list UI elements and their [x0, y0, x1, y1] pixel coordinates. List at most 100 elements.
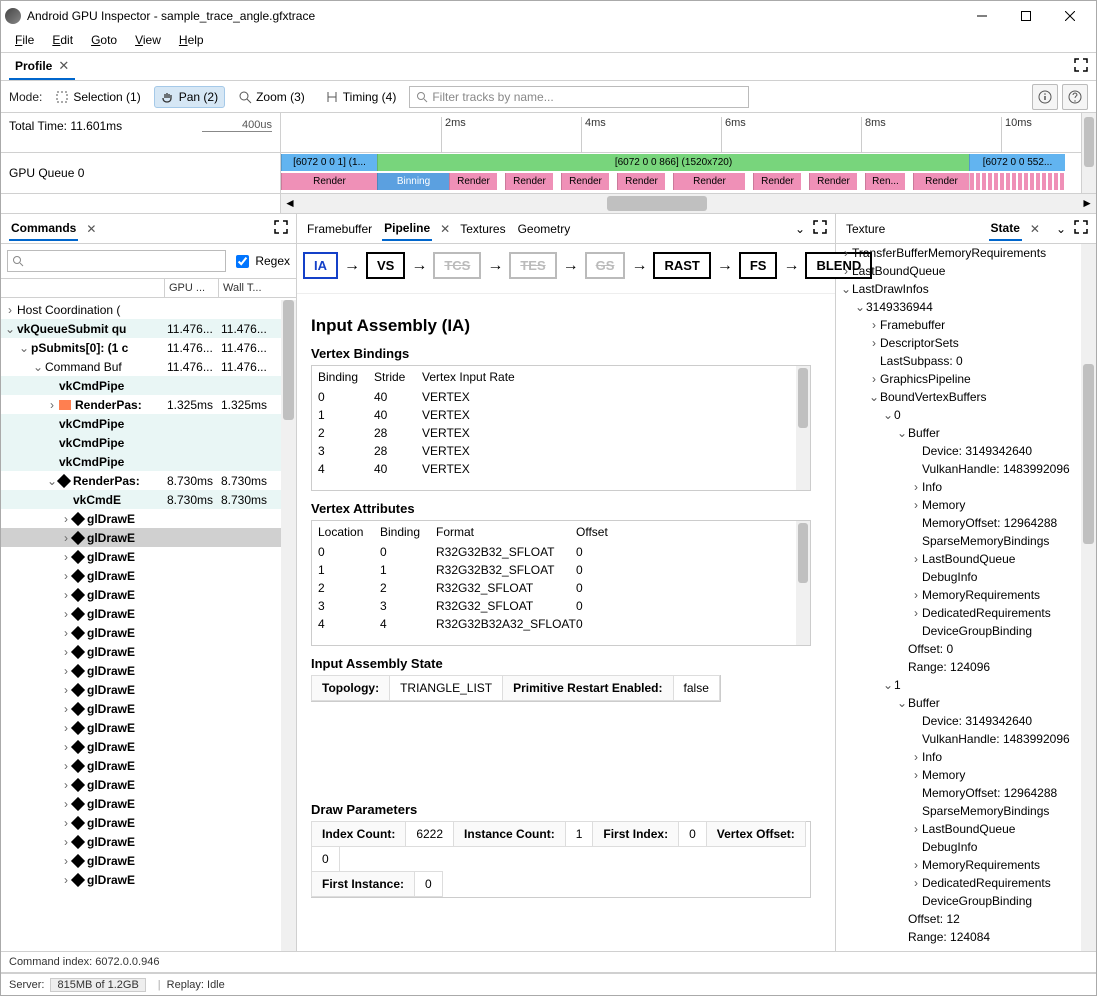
timeline-bar[interactable]: Ren... — [865, 173, 905, 190]
command-row[interactable]: ⌄vkQueueSubmit qu11.476...11.476... — [1, 319, 281, 338]
state-scrollbar[interactable] — [1081, 244, 1096, 951]
command-row[interactable]: vkCmdPipe — [1, 376, 281, 395]
close-icon[interactable]: ✕ — [86, 222, 96, 236]
timeline-track[interactable]: [6072 0 0 1] (1...[6072 0 0 866] (1520x7… — [281, 153, 1081, 193]
timeline-bar[interactable]: [6072 0 0 1] (1... — [281, 154, 377, 171]
tree-node[interactable]: Range: 124084 — [836, 928, 1081, 946]
timeline-bar[interactable]: Render — [913, 173, 969, 190]
table-row[interactable]: 44R32G32B32A32_SFLOAT0 — [312, 615, 810, 633]
tree-node[interactable]: ⌄BoundVertexBuffers — [836, 388, 1081, 406]
tree-node[interactable]: VulkanHandle: 1483992096 — [836, 460, 1081, 478]
tree-node[interactable]: ›DescriptorSets — [836, 334, 1081, 352]
command-row[interactable]: ›glDrawE — [1, 832, 281, 851]
tree-node[interactable]: SparseMemoryBindings — [836, 532, 1081, 550]
close-button[interactable] — [1048, 1, 1092, 31]
timeline-bar[interactable]: Render — [673, 173, 745, 190]
stage-ia[interactable]: IA — [303, 252, 338, 279]
command-row[interactable]: ⌄pSubmits[0]: (1 c11.476...11.476... — [1, 338, 281, 357]
tree-node[interactable]: ⌄Buffer — [836, 694, 1081, 712]
timeline-bar[interactable]: Render — [809, 173, 857, 190]
close-icon[interactable]: ✕ — [1030, 222, 1040, 236]
tree-node[interactable]: ›Framebuffer — [836, 316, 1081, 334]
timeline-bar[interactable]: Render — [281, 173, 377, 190]
tree-node[interactable]: ›TransferBufferMemoryRequirements — [836, 244, 1081, 262]
tree-node[interactable]: ›LastBoundQueue — [836, 550, 1081, 568]
tree-node[interactable]: ⌄0 — [836, 406, 1081, 424]
chevron-down-icon[interactable]: ⌄ — [795, 222, 805, 236]
minimize-button[interactable] — [960, 1, 1004, 31]
tree-node[interactable]: ⌄LastDrawInfos — [836, 280, 1081, 298]
tree-node[interactable]: DeviceGroupBinding — [836, 622, 1081, 640]
tree-node[interactable]: ›Info — [836, 478, 1081, 496]
tree-node[interactable]: ›LastBoundQueue — [836, 262, 1081, 280]
stage-fs[interactable]: FS — [739, 252, 778, 279]
command-row[interactable]: ›glDrawE — [1, 756, 281, 775]
command-row[interactable]: vkCmdPipe — [1, 414, 281, 433]
pan-button[interactable]: Pan (2) — [154, 86, 225, 108]
tree-node[interactable]: ⌄3149336944 — [836, 298, 1081, 316]
tree-node[interactable]: DeviceGroupBinding — [836, 892, 1081, 910]
timeline-bar[interactable]: Render — [617, 173, 665, 190]
timing-button[interactable]: Timing (4) — [318, 86, 404, 108]
tree-node[interactable]: ⌄Buffer — [836, 424, 1081, 442]
timeline-bar[interactable]: Render — [561, 173, 609, 190]
tab-profile[interactable]: Profile ✕ — [9, 54, 75, 80]
selection-button[interactable]: Selection (1) — [48, 86, 147, 108]
tree-node[interactable]: SparseMemoryBindings — [836, 802, 1081, 820]
close-icon[interactable]: ✕ — [440, 222, 450, 236]
command-row[interactable]: ›glDrawE — [1, 813, 281, 832]
command-row[interactable]: ›glDrawE — [1, 851, 281, 870]
command-row[interactable]: ›glDrawE — [1, 680, 281, 699]
command-row[interactable]: ›glDrawE — [1, 623, 281, 642]
timeline-bar[interactable]: Render — [505, 173, 553, 190]
timeline-bar[interactable]: Render — [753, 173, 801, 190]
command-row[interactable]: ›Host Coordination ( — [1, 300, 281, 319]
timeline-bar[interactable]: [6072 0 0 552... — [969, 154, 1065, 171]
command-row[interactable]: ›glDrawE — [1, 566, 281, 585]
stage-rast[interactable]: RAST — [653, 252, 710, 279]
tree-node[interactable]: Range: 124096 — [836, 658, 1081, 676]
tree-node[interactable]: ›MemoryRequirements — [836, 856, 1081, 874]
tree-node[interactable]: Offset: 0 — [836, 640, 1081, 658]
table-row[interactable]: 140VERTEX — [312, 406, 810, 424]
commands-scrollbar[interactable] — [281, 300, 296, 951]
info-button[interactable] — [1032, 84, 1058, 110]
table-row[interactable]: 040VERTEX — [312, 388, 810, 406]
command-row[interactable]: ›glDrawE — [1, 585, 281, 604]
table-row[interactable]: 228VERTEX — [312, 424, 810, 442]
menu-goto[interactable]: Goto — [83, 31, 125, 52]
tree-node[interactable]: ›Memory — [836, 496, 1081, 514]
zoom-button[interactable]: Zoom (3) — [231, 86, 312, 108]
chevron-down-icon[interactable]: ⌄ — [1056, 222, 1066, 236]
timeline-hscroll[interactable]: ◄► — [281, 194, 1096, 213]
tree-node[interactable]: ›MemoryRequirements — [836, 586, 1081, 604]
command-row[interactable]: ›glDrawE — [1, 642, 281, 661]
tree-node[interactable]: VulkanHandle: 1483992096 — [836, 730, 1081, 748]
table-row[interactable]: 00R32G32B32_SFLOAT0 — [312, 543, 810, 561]
stage-tcs[interactable]: TCS — [433, 252, 481, 279]
command-row[interactable]: ›RenderPas:1.325ms1.325ms — [1, 395, 281, 414]
tree-node[interactable]: ›GraphicsPipeline — [836, 370, 1081, 388]
table-scrollbar[interactable] — [796, 366, 810, 490]
command-row[interactable]: ›glDrawE — [1, 775, 281, 794]
tab-texture[interactable]: Texture — [844, 218, 887, 240]
command-row[interactable]: ⌄Command Buf11.476...11.476... — [1, 357, 281, 376]
filter-input[interactable]: Filter tracks by name... — [409, 86, 749, 108]
command-search-input[interactable] — [7, 250, 226, 272]
table-row[interactable]: 33R32G32_SFLOAT0 — [312, 597, 810, 615]
timeline-vscroll[interactable] — [1081, 113, 1096, 193]
timeline-bar[interactable]: [6072 0 0 866] (1520x720) — [377, 154, 969, 171]
stage-vs[interactable]: VS — [366, 252, 405, 279]
command-row[interactable]: ›glDrawE — [1, 737, 281, 756]
tree-node[interactable]: Device: 3149342640 — [836, 712, 1081, 730]
timeline-bar[interactable]: Render — [449, 173, 497, 190]
command-row[interactable]: vkCmdPipe — [1, 433, 281, 452]
tab-geometry[interactable]: Geometry — [516, 218, 573, 240]
tree-node[interactable]: ›DedicatedRequirements — [836, 874, 1081, 892]
command-row[interactable]: ⌄RenderPas:8.730ms8.730ms — [1, 471, 281, 490]
menu-view[interactable]: View — [127, 31, 169, 52]
tree-node[interactable]: ›Info — [836, 748, 1081, 766]
tree-node[interactable]: LastSubpass: 0 — [836, 352, 1081, 370]
command-row[interactable]: vkCmdPipe — [1, 452, 281, 471]
expand-icon[interactable] — [1074, 220, 1088, 237]
